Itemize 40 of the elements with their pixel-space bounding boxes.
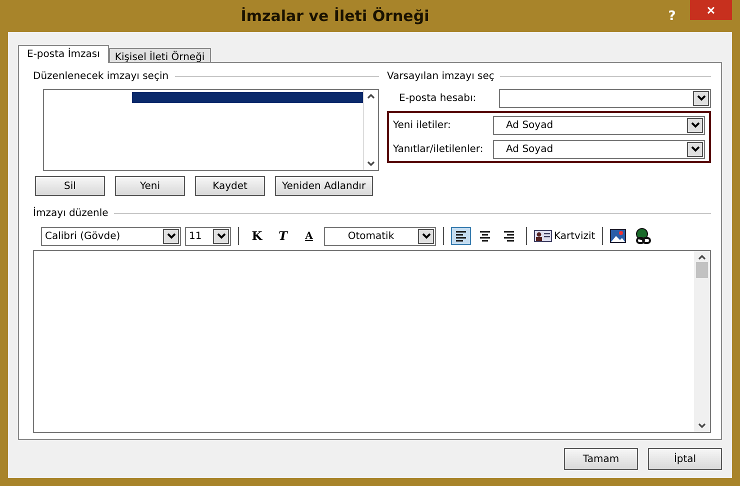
italic-button[interactable]: T <box>272 227 294 245</box>
group-title: Düzenlenecek imzayı seçin <box>33 70 169 82</box>
tab[interactable]: Kişisel İleti Örneği <box>108 48 211 62</box>
signature-dropdown[interactable]: Ad Soyad <box>493 116 705 134</box>
font-dropdown[interactable]: Calibri (Gövde) <box>41 226 181 246</box>
size-dropdown[interactable]: 11 <box>185 226 231 246</box>
scroll-down-icon[interactable] <box>698 423 706 429</box>
tab[interactable]: E-posta İmzası <box>18 45 109 63</box>
dialog-button[interactable]: Tamam <box>564 448 638 470</box>
field-label: Yanıtlar/iletilenler: <box>393 144 484 154</box>
scroll-down-icon[interactable] <box>367 161 375 167</box>
action-button[interactable]: Kaydet <box>195 176 265 196</box>
bold-button[interactable]: K <box>246 227 268 245</box>
signature-dropdown[interactable] <box>499 88 711 108</box>
scroll-up-icon[interactable] <box>367 93 375 99</box>
color-dropdown[interactable]: Otomatik <box>324 226 436 246</box>
align-right-icon <box>502 230 516 242</box>
action-button[interactable]: Yeni <box>115 176 185 196</box>
group-title: Varsayılan imzayı seç <box>387 70 494 82</box>
field-label: Yeni iletiler: <box>393 120 452 130</box>
align-button[interactable] <box>451 227 471 245</box>
field-label: E-posta hesabı: <box>398 92 478 104</box>
signature-dropdown[interactable]: Ad Soyad <box>493 140 705 158</box>
business-card-button[interactable]: Kartvizit <box>534 230 596 242</box>
close-button[interactable]: × <box>690 0 732 20</box>
scroll-up-icon[interactable] <box>698 254 706 260</box>
group-title: İmzayı düzenle <box>33 208 108 218</box>
hyperlink-icon[interactable] <box>634 228 652 244</box>
action-button[interactable]: Sil <box>35 176 105 196</box>
align-center-icon <box>478 230 492 242</box>
align-left-icon <box>454 230 468 242</box>
action-button[interactable]: Yeniden Adlandır <box>275 176 373 196</box>
picture-icon[interactable] <box>610 229 626 243</box>
window-title: İmzalar ve İleti Örneği <box>240 7 430 25</box>
signature-list[interactable] <box>43 89 379 171</box>
help-button[interactable]: ? <box>662 8 682 24</box>
contact-card-icon <box>534 230 552 242</box>
underline-button[interactable]: A <box>298 227 320 245</box>
dialog-button[interactable]: İptal <box>648 448 722 470</box>
scroll-thumb[interactable] <box>696 262 708 278</box>
